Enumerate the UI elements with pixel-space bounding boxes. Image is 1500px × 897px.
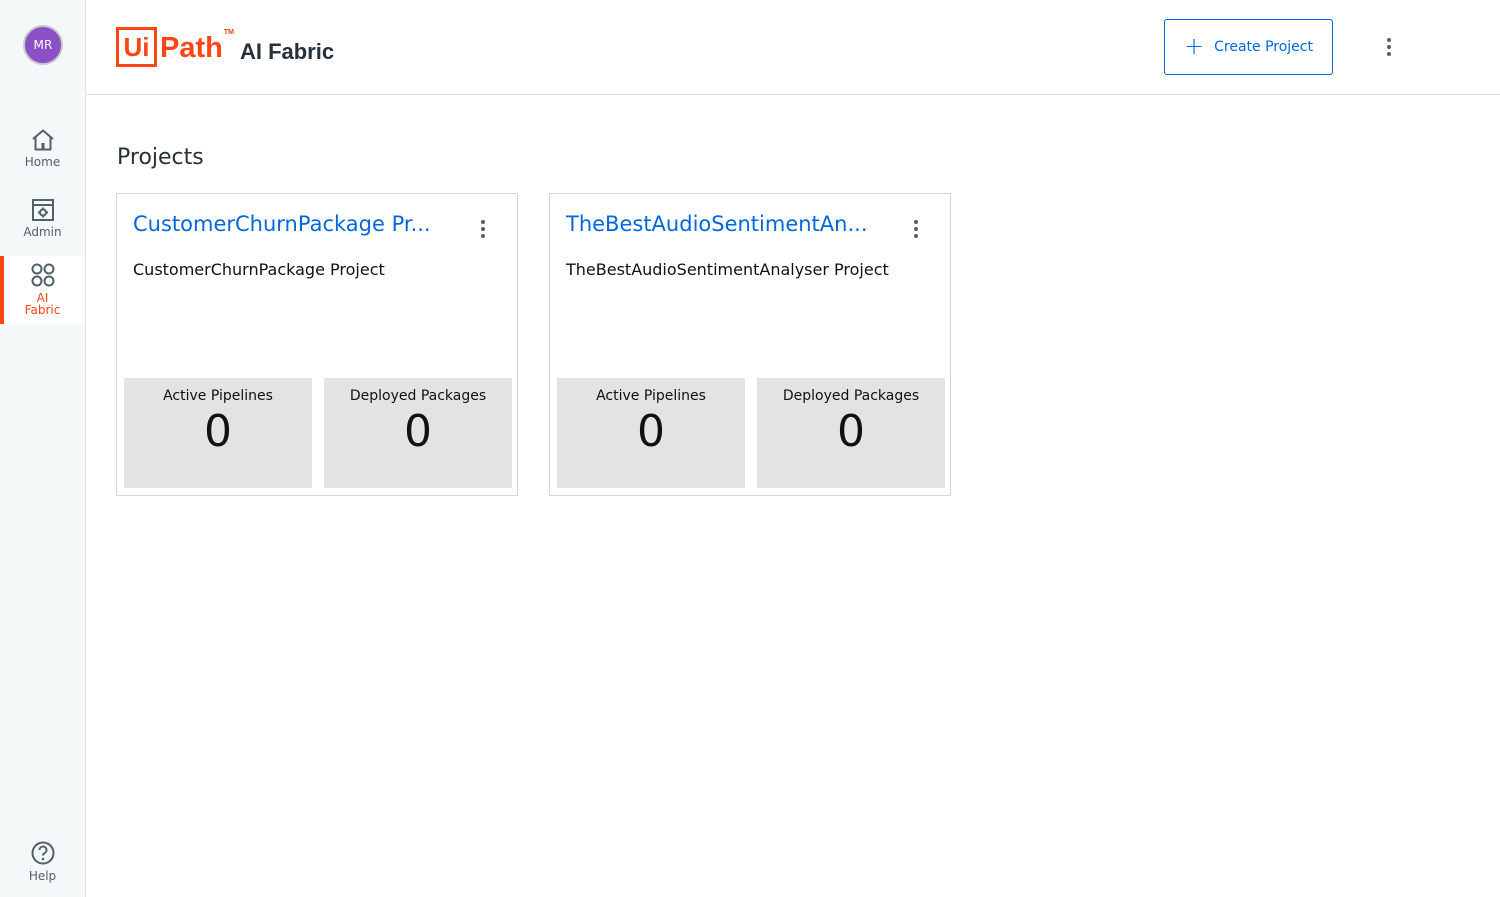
- ai-fabric-icon: [31, 263, 54, 287]
- stat-label: Active Pipelines: [163, 388, 273, 404]
- stat-value: 0: [837, 406, 865, 457]
- avatar[interactable]: MR: [23, 25, 63, 65]
- project-card[interactable]: TheBestAudioSentimentAn... TheBestAudioS…: [549, 193, 951, 496]
- create-project-button[interactable]: + Create Project: [1164, 19, 1333, 75]
- sidebar-item-admin[interactable]: Admin: [0, 198, 85, 238]
- page-title: Projects: [117, 145, 204, 170]
- project-title-link[interactable]: CustomerChurnPackage Pr...: [133, 212, 453, 236]
- deployed-packages-stat: Deployed Packages 0: [757, 378, 945, 488]
- logo-tm: TM: [223, 29, 234, 36]
- project-more-options-icon[interactable]: [477, 220, 489, 240]
- sidebar-item-label: Admin: [23, 225, 62, 239]
- plus-icon: +: [1184, 32, 1205, 60]
- sidebar-item-label: Help: [28, 869, 57, 883]
- stat-label: Deployed Packages: [349, 388, 487, 404]
- project-description: TheBestAudioSentimentAnalyser Project: [566, 260, 889, 279]
- deployed-packages-stat: Deployed Packages 0: [324, 378, 512, 488]
- active-pipelines-stat: Active Pipelines 0: [124, 378, 312, 488]
- sidebar-item-home[interactable]: Home: [0, 128, 85, 168]
- create-project-label: Create Project: [1214, 39, 1313, 55]
- home-icon: [31, 129, 54, 151]
- sidebar-item-label: Home: [24, 155, 61, 169]
- sidebar: MR Home Admin AI Fabric Help: [0, 0, 86, 897]
- project-card[interactable]: CustomerChurnPackage Pr... CustomerChurn…: [116, 193, 518, 496]
- project-more-options-icon[interactable]: [910, 220, 922, 240]
- uipath-logo[interactable]: Ui Path TM AI Fabric: [116, 27, 334, 67]
- active-pipelines-stat: Active Pipelines 0: [557, 378, 745, 488]
- sidebar-item-help[interactable]: Help: [0, 840, 85, 882]
- admin-icon: [31, 199, 54, 221]
- project-description: CustomerChurnPackage Project: [133, 260, 385, 279]
- project-title-link[interactable]: TheBestAudioSentimentAn...: [566, 212, 886, 236]
- sidebar-item-label: AI Fabric: [24, 291, 61, 317]
- product-name: AI Fabric: [239, 39, 335, 64]
- stat-value: 0: [637, 406, 665, 457]
- logo-ui: Ui: [116, 27, 157, 67]
- stat-label: Active Pipelines: [596, 388, 706, 404]
- stat-value: 0: [204, 406, 232, 457]
- more-options-icon[interactable]: [1383, 38, 1395, 58]
- stat-label: Deployed Packages: [782, 388, 920, 404]
- header: Ui Path TM AI Fabric + Create Project: [86, 0, 1500, 95]
- stat-value: 0: [404, 406, 432, 457]
- logo-path: Path: [160, 32, 223, 64]
- help-icon: [31, 841, 54, 865]
- sidebar-item-ai-fabric[interactable]: AI Fabric: [0, 256, 85, 324]
